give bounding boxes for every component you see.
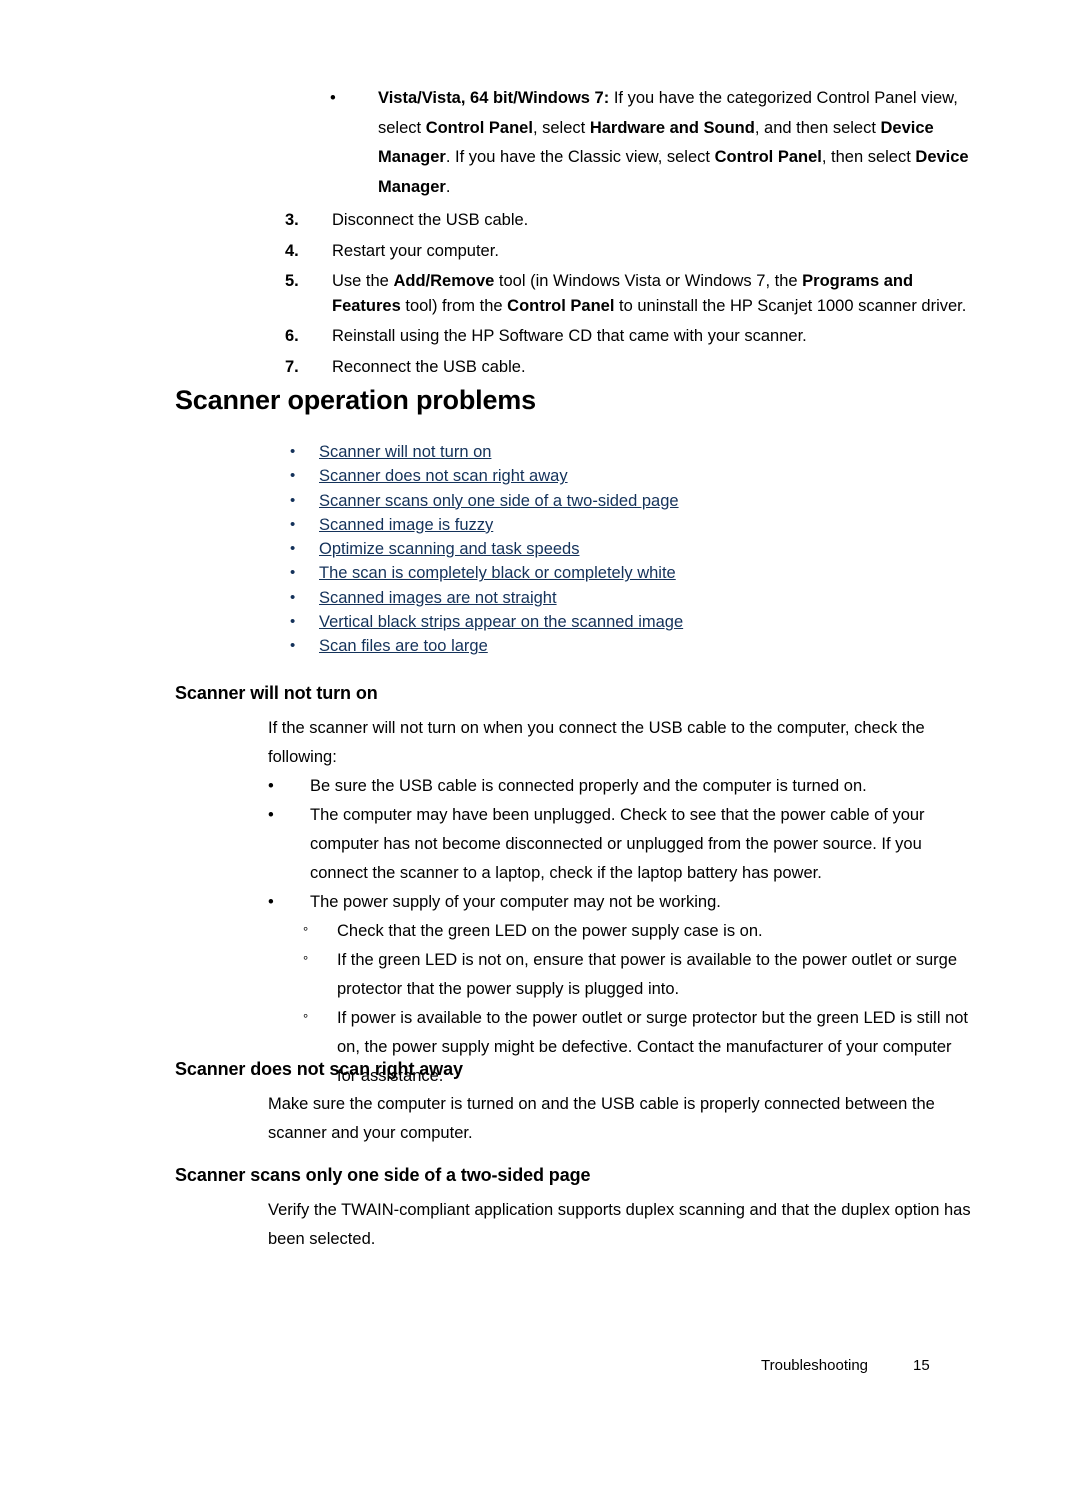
bold-run-control-panel-2: Control Panel bbox=[714, 148, 822, 166]
page-title: Scanner operation problems bbox=[175, 385, 536, 415]
list-item: • Scanner does not scan right away bbox=[0, 464, 1080, 488]
list-item-text: Be sure the USB cable is connected prope… bbox=[310, 777, 867, 795]
procedure-bullet-item: • Vista/Vista, 64 bit/Windows 7: If you … bbox=[0, 84, 1080, 202]
run-7: . If you have the Classic view, select bbox=[445, 148, 715, 166]
step-text: Use the Add/Remove tool (in Windows Vist… bbox=[332, 272, 966, 315]
sub-list-item-text: Check that the green LED on the power su… bbox=[337, 922, 763, 940]
step-text: Restart your computer. bbox=[332, 241, 499, 260]
run-5: , and then select bbox=[754, 118, 881, 137]
topic-link-scanned-images-are-not-straight[interactable]: Scanned images are not straight bbox=[319, 589, 557, 607]
sub-list-item: ° If power is available to the power out… bbox=[0, 1004, 1080, 1091]
list-item: • Scanner will not turn on bbox=[0, 440, 1080, 464]
footer-section-label: Troubleshooting bbox=[761, 1357, 869, 1374]
list-item: • The power supply of your computer may … bbox=[0, 888, 1080, 917]
section-heading-scanner-does-not-scan-right-away: Scanner does not scan right away bbox=[175, 1059, 463, 1079]
step-number: 5. bbox=[285, 272, 299, 290]
section-heading-scanner-will-not-turn-on: Scanner will not turn on bbox=[175, 683, 378, 703]
list-item: • The scan is completely black or comple… bbox=[0, 561, 1080, 585]
list-item: • Scan files are too large bbox=[0, 634, 1080, 658]
bullet-icon: • bbox=[268, 777, 274, 795]
bullet-icon: • bbox=[268, 806, 274, 824]
topic-link-list: • Scanner will not turn on • Scanner doe… bbox=[0, 440, 1080, 659]
run-0: Use the bbox=[332, 272, 394, 290]
bold-run-control-panel-3: Control Panel bbox=[507, 296, 615, 315]
section-body-scanner-scans-only-one-side: Verify the TWAIN-compliant application s… bbox=[0, 1196, 1080, 1254]
run-9: , then select bbox=[821, 148, 916, 166]
run-6: to uninstall the HP Scanjet 1000 scanner… bbox=[614, 296, 967, 315]
bullet-icon: • bbox=[268, 893, 274, 911]
bullet-icon: • bbox=[290, 564, 296, 582]
run-2: tool (in Windows Vista or Windows 7, the bbox=[494, 272, 803, 290]
step-text: Reinstall using the HP Software CD that … bbox=[332, 327, 807, 345]
step-number: 7. bbox=[285, 357, 299, 376]
bullet-icon: • bbox=[290, 467, 296, 485]
topic-link-vertical-black-strips[interactable]: Vertical black strips appear on the scan… bbox=[319, 613, 683, 631]
list-item: • Scanner scans only one side of a two-s… bbox=[0, 489, 1080, 513]
procedure-bullet-text: Vista/Vista, 64 bit/Windows 7: If you ha… bbox=[378, 89, 969, 196]
document-page: • Vista/Vista, 64 bit/Windows 7: If you … bbox=[0, 0, 1080, 1489]
bullet-icon: • bbox=[290, 613, 296, 631]
topic-link-scanner-will-not-turn-on[interactable]: Scanner will not turn on bbox=[319, 443, 491, 461]
bold-run-control-panel-1: Control Panel bbox=[425, 118, 533, 137]
step-text: Reconnect the USB cable. bbox=[332, 357, 526, 376]
list-item: • Scanned images are not straight bbox=[0, 586, 1080, 610]
bullet-icon: • bbox=[290, 491, 296, 509]
topic-link-scan-completely-black-or-white[interactable]: The scan is completely black or complete… bbox=[319, 564, 676, 582]
bullet-icon: • bbox=[330, 89, 336, 107]
section-body-scanner-does-not-scan-right-away: Make sure the computer is turned on and … bbox=[0, 1090, 1080, 1148]
topic-link-optimize-scanning-and-task-speeds[interactable]: Optimize scanning and task speeds bbox=[319, 540, 579, 558]
page-footer: Troubleshooting 15 bbox=[0, 1355, 1080, 1377]
procedure-step: 5. Use the Add/Remove tool (in Windows V… bbox=[0, 269, 1080, 318]
bullet-icon: • bbox=[290, 588, 296, 606]
list-item-text: The power supply of your computer may no… bbox=[310, 893, 721, 911]
procedure-step: 7. Reconnect the USB cable. bbox=[0, 355, 1080, 380]
step-text: Disconnect the USB cable. bbox=[332, 211, 529, 229]
bullet-icon: • bbox=[290, 637, 296, 655]
bullet-icon: • bbox=[290, 515, 296, 533]
step-number: 3. bbox=[285, 211, 299, 229]
list-item: • Scanned image is fuzzy bbox=[0, 513, 1080, 537]
list-item: • Optimize scanning and task speeds bbox=[0, 537, 1080, 561]
circle-bullet-icon: ° bbox=[303, 924, 309, 939]
sub-list-item: ° If the green LED is not on, ensure tha… bbox=[0, 946, 1080, 1004]
procedure-step: 3. Disconnect the USB cable. bbox=[0, 208, 1080, 233]
section-paragraph: Verify the TWAIN-compliant application s… bbox=[268, 1201, 971, 1248]
bold-run-add-remove: Add/Remove bbox=[393, 272, 495, 290]
section-body-scanner-will-not-turn-on: If the scanner will not turn on when you… bbox=[0, 714, 1080, 1091]
topic-link-scanner-does-not-scan-right-away[interactable]: Scanner does not scan right away bbox=[319, 467, 568, 485]
topic-link-scan-files-are-too-large[interactable]: Scan files are too large bbox=[319, 637, 488, 655]
procedure-step: 6. Reinstall using the HP Software CD th… bbox=[0, 324, 1080, 349]
section-heading-scanner-scans-only-one-side: Scanner scans only one side of a two-sid… bbox=[175, 1165, 591, 1185]
circle-bullet-icon: ° bbox=[303, 953, 309, 968]
list-item-text: The computer may have been unplugged. Ch… bbox=[310, 806, 925, 882]
topic-link-scanner-scans-only-one-side[interactable]: Scanner scans only one side of a two-sid… bbox=[319, 492, 679, 510]
list-item: • Vertical black strips appear on the sc… bbox=[0, 610, 1080, 634]
step-number: 6. bbox=[285, 327, 299, 345]
footer-page-number: 15 bbox=[913, 1357, 930, 1374]
run-11: . bbox=[445, 177, 451, 196]
section-intro-paragraph: If the scanner will not turn on when you… bbox=[268, 719, 925, 766]
list-item: • Be sure the USB cable is connected pro… bbox=[0, 772, 1080, 801]
sub-list-item-text: If the green LED is not on, ensure that … bbox=[337, 951, 958, 998]
bullet-icon: • bbox=[290, 443, 296, 460]
procedure-list: • Vista/Vista, 64 bit/Windows 7: If you … bbox=[0, 84, 1080, 379]
topic-link-scanned-image-is-fuzzy[interactable]: Scanned image is fuzzy bbox=[319, 516, 493, 534]
bold-run-hardware-and-sound: Hardware and Sound bbox=[589, 118, 755, 137]
circle-bullet-icon: ° bbox=[303, 1011, 309, 1026]
run-4: tool) from the bbox=[400, 296, 508, 315]
bold-run-vista: Vista/Vista, 64 bit/Windows 7: bbox=[378, 89, 610, 107]
section-paragraph: Make sure the computer is turned on and … bbox=[268, 1095, 935, 1142]
step-number: 4. bbox=[285, 241, 299, 260]
procedure-step: 4. Restart your computer. bbox=[0, 239, 1080, 264]
run-3: , select bbox=[532, 118, 590, 137]
sub-list-item: ° Check that the green LED on the power … bbox=[0, 917, 1080, 946]
bullet-icon: • bbox=[290, 540, 296, 558]
list-item: • The computer may have been unplugged. … bbox=[0, 801, 1080, 888]
